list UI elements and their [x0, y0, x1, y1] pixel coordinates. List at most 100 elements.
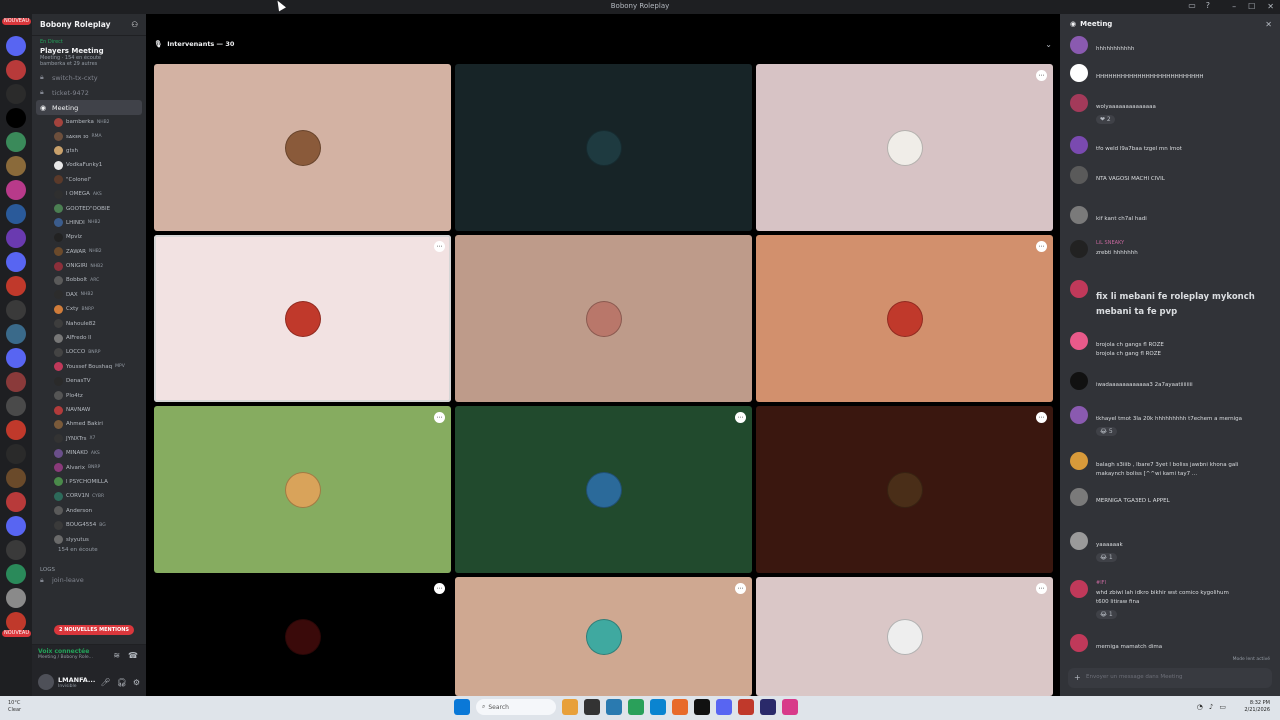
message-input[interactable]: + Envoyer un message dans Meeting — [1068, 668, 1272, 688]
server-icon[interactable] — [6, 132, 26, 152]
server-icon[interactable] — [6, 228, 26, 248]
more-options-icon[interactable]: ⋯ — [735, 583, 746, 594]
reaction[interactable]: 😂 5 — [1096, 427, 1117, 436]
reaction[interactable]: 😂 1 — [1096, 553, 1117, 562]
voice-user[interactable]: slyyutus — [32, 532, 146, 546]
voice-user[interactable]: ZAWAR NHB2 — [32, 245, 146, 259]
author-name[interactable]: #IFI — [1096, 580, 1106, 586]
voice-user[interactable]: Bobbolt ARC — [32, 273, 146, 287]
plus-icon[interactable]: + — [1074, 673, 1081, 682]
start-icon[interactable] — [454, 699, 470, 715]
app-icon[interactable] — [584, 699, 600, 715]
voice-user[interactable]: DenasTV — [32, 374, 146, 388]
server-icon[interactable] — [6, 612, 26, 632]
app-icon[interactable] — [694, 699, 710, 715]
speaker-tile[interactable]: ⋯ — [756, 406, 1053, 573]
server-icon[interactable] — [6, 444, 26, 464]
voice-user[interactable]: GOOTED"OOBIE — [32, 201, 146, 215]
avatar[interactable] — [1070, 94, 1088, 112]
reaction[interactable]: 😂 1 — [1096, 610, 1117, 619]
server-icon[interactable] — [6, 36, 26, 56]
speaker-tile[interactable] — [455, 64, 752, 231]
clock[interactable]: 8:32 PM 2/21/2026 — [1244, 700, 1270, 714]
speaker-tile[interactable]: ⋯ — [756, 64, 1053, 231]
speaker-tile[interactable]: ⋯ — [455, 577, 752, 696]
minimize-button[interactable]: – — [1232, 2, 1236, 11]
speaker-tile[interactable]: ⋯ — [154, 577, 451, 696]
server-icon[interactable] — [6, 156, 26, 176]
chevron-down-icon[interactable]: ⌄ — [1045, 40, 1052, 49]
channel-item[interactable]: 🔒︎ ticket-9472 — [32, 85, 146, 100]
weather-widget[interactable]: 10°C Clear — [8, 700, 21, 714]
inbox-icon[interactable]: ▭ — [1188, 1, 1196, 10]
voice-user[interactable]: l PSYCHOMILLA — [32, 475, 146, 489]
battery-icon[interactable]: ▭ — [1219, 703, 1226, 711]
server-icon[interactable] — [6, 540, 26, 560]
voice-user[interactable]: l OMEGA AKS — [32, 187, 146, 201]
channel-item[interactable]: 🔒︎ switch-tx-cxty — [32, 70, 146, 85]
server-icon[interactable] — [6, 204, 26, 224]
server-icon[interactable] — [6, 60, 26, 80]
speaker-tile[interactable] — [455, 235, 752, 402]
headphones-icon[interactable]: 🎧︎ — [117, 678, 127, 687]
channel-item-active[interactable]: ◉ Meeting — [36, 100, 142, 115]
reaction[interactable]: ❤ 2 — [1096, 115, 1115, 124]
server-icon[interactable] — [6, 348, 26, 368]
speaker-tile[interactable]: ⋯ — [455, 406, 752, 573]
voice-user[interactable]: Cxty BNRP — [32, 302, 146, 316]
avatar[interactable] — [1070, 580, 1088, 598]
server-icon[interactable] — [6, 588, 26, 608]
guild-header[interactable]: Bobony Roleplay ⚇ — [32, 14, 146, 36]
voice-user[interactable]: Mpvlz — [32, 230, 146, 244]
avatar[interactable] — [1070, 136, 1088, 154]
channel-item[interactable]: 🔒︎ join-leave — [32, 573, 146, 588]
close-window-button[interactable]: ✕ — [1267, 2, 1274, 11]
app-icon[interactable] — [628, 699, 644, 715]
voice-user[interactable]: bamberka NHB2 — [32, 115, 146, 129]
more-options-icon[interactable]: ⋯ — [1036, 583, 1047, 594]
avatar[interactable] — [1070, 532, 1088, 550]
server-icon[interactable] — [6, 300, 26, 320]
speaker-tile[interactable]: ⋯ — [154, 235, 451, 402]
avatar[interactable] — [1070, 206, 1088, 224]
app-icon[interactable] — [782, 699, 798, 715]
more-options-icon[interactable]: ⋯ — [1036, 412, 1047, 423]
more-options-icon[interactable]: ⋯ — [434, 583, 445, 594]
app-icon[interactable] — [760, 699, 776, 715]
avatar[interactable] — [1070, 166, 1088, 184]
avatar[interactable] — [1070, 332, 1088, 350]
server-icon[interactable] — [6, 324, 26, 344]
discord-icon[interactable] — [716, 699, 732, 715]
server-icon[interactable] — [6, 516, 26, 536]
server-icon[interactable] — [6, 180, 26, 200]
author-name[interactable]: LiL SNEAKY — [1096, 240, 1124, 246]
mic-icon[interactable]: 🎤︎ — [101, 678, 111, 687]
server-icon[interactable] — [6, 564, 26, 584]
server-icon[interactable] — [6, 252, 26, 272]
avatar[interactable] — [1070, 240, 1088, 258]
server-icon[interactable] — [6, 468, 26, 488]
volume-icon[interactable]: ♪ — [1209, 703, 1213, 711]
more-options-icon[interactable]: ⋯ — [434, 412, 445, 423]
noise-icon[interactable]: ≋ — [113, 651, 120, 660]
wifi-icon[interactable]: ◔ — [1197, 703, 1203, 711]
add-user-icon[interactable]: ⚇ — [131, 20, 138, 29]
voice-user[interactable]: CORV1N CYBR — [32, 489, 146, 503]
voice-user[interactable]: NAVNAW — [32, 403, 146, 417]
avatar[interactable] — [1070, 634, 1088, 652]
voice-user[interactable]: DAX NHB2 — [32, 288, 146, 302]
search-box[interactable]: ⌕ Search — [476, 699, 556, 715]
server-icon[interactable] — [6, 84, 26, 104]
voice-user[interactable]: Youssef Boushaq MPV — [32, 360, 146, 374]
speaker-tile[interactable]: ⋯ — [756, 577, 1053, 696]
avatar[interactable] — [38, 674, 54, 690]
live-stage-card[interactable]: En Direct Players Meeting Meeting · 154 … — [32, 36, 146, 70]
voice-user[interactable]: JYNXTrs X7 — [32, 432, 146, 446]
voice-user[interactable]: "Colonel" — [32, 173, 146, 187]
close-icon[interactable]: ✕ — [1265, 20, 1272, 29]
voice-user[interactable]: MINAKO AKS — [32, 446, 146, 460]
server-icon[interactable] — [6, 396, 26, 416]
avatar[interactable] — [1070, 372, 1088, 390]
voice-user[interactable]: Nahoule82 — [32, 316, 146, 330]
speaker-tile[interactable] — [154, 64, 451, 231]
